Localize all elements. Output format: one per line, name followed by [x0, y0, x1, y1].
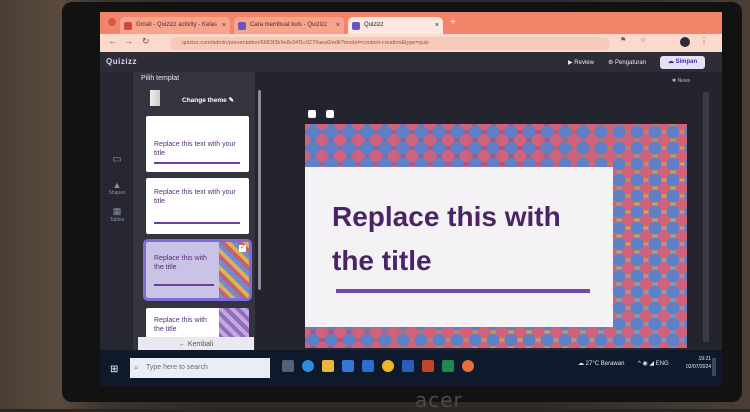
- browser-tab-gmail[interactable]: Gmail - Quizizz activity - Kelas ×: [120, 17, 230, 34]
- pencil-icon: ✎: [228, 97, 235, 104]
- template-card[interactable]: Replace this with the title: [146, 308, 249, 338]
- laptop-brand-logo: acer: [415, 388, 463, 412]
- rail-item-tables[interactable]: ▦ Tables: [106, 206, 128, 223]
- tab-search-icon[interactable]: [108, 18, 116, 26]
- mail-icon[interactable]: [362, 360, 374, 372]
- shapes-icon: ▲: [112, 180, 122, 190]
- table-icon: ▦: [112, 206, 122, 216]
- delete-icon[interactable]: [326, 110, 334, 118]
- new-tab-plus-icon[interactable]: +: [450, 17, 456, 28]
- store-icon[interactable]: [342, 360, 354, 372]
- task-view-icon[interactable]: [282, 360, 294, 372]
- panel-scrollbar[interactable]: [258, 90, 261, 290]
- settings-button[interactable]: ⚙ Pengaturan: [608, 57, 646, 69]
- reload-icon[interactable]: ↻: [142, 36, 150, 47]
- browser-tab-guide[interactable]: Cara membuat kuis - Quizizz ×: [234, 17, 344, 34]
- browser-tab-quizizz[interactable]: Quizizz ×: [348, 17, 443, 34]
- slide-title[interactable]: Replace this with the title: [332, 195, 602, 283]
- search-icon: ⌕: [134, 363, 139, 372]
- gmail-icon: [124, 22, 132, 30]
- laptop-screen: Gmail - Quizizz activity - Kelas × Cara …: [100, 12, 722, 386]
- rail-item-shapes[interactable]: ▲ Shapes: [106, 180, 128, 196]
- slides-icon[interactable]: ▭: [106, 154, 128, 165]
- quizizz-icon: [352, 22, 360, 30]
- theme-thumbnail[interactable]: [150, 90, 160, 106]
- excel-icon[interactable]: [442, 360, 454, 372]
- slide-tool-icon[interactable]: [308, 110, 316, 118]
- close-tab-icon[interactable]: ×: [336, 17, 340, 34]
- extensions-icon[interactable]: ⚑: [620, 36, 626, 44]
- pattern-tile: [219, 308, 249, 338]
- windows-start-icon[interactable]: ⊞: [110, 364, 118, 375]
- profile-avatar[interactable]: [680, 37, 690, 47]
- file-explorer-icon[interactable]: [322, 360, 334, 372]
- panel-title: Pilih templat: [141, 75, 180, 82]
- chrome-icon[interactable]: [382, 360, 394, 372]
- change-theme-button[interactable]: Change theme ✎: [182, 96, 234, 104]
- powerpoint-icon[interactable]: [422, 360, 434, 372]
- quizizz-logo: Quizizz: [106, 57, 138, 66]
- close-tab-icon[interactable]: ×: [222, 17, 226, 34]
- review-button[interactable]: ▶ Review: [568, 57, 594, 69]
- save-button[interactable]: ☁ Simpan: [660, 56, 705, 69]
- back-arrow-icon[interactable]: ←: [108, 36, 117, 46]
- template-card[interactable]: Replace this text with your title: [146, 116, 249, 172]
- taskbar-search-input[interactable]: ⌕ Type here to search: [130, 358, 270, 378]
- menu-kebab-icon[interactable]: ⋮: [700, 36, 708, 45]
- forward-arrow-icon[interactable]: →: [124, 36, 133, 46]
- show-desktop-button[interactable]: [712, 358, 716, 376]
- news-link[interactable]: ✱ News: [672, 78, 690, 84]
- template-card-selected[interactable]: Replace this with the title ✓: [143, 239, 252, 301]
- checkbox-icon[interactable]: ✓: [239, 245, 246, 252]
- quizizz-icon: [238, 22, 246, 30]
- bookmark-star-icon[interactable]: ☆: [640, 36, 646, 44]
- browser-icon[interactable]: [462, 360, 474, 372]
- canvas-scrollbar[interactable]: [703, 92, 709, 342]
- template-card[interactable]: Replace this text with your title: [146, 178, 249, 234]
- weather-widget[interactable]: ☁ 27°C Berawan: [578, 360, 624, 367]
- system-tray[interactable]: ^ ◉ ◢ ENG: [638, 360, 669, 367]
- word-icon[interactable]: [402, 360, 414, 372]
- url-field[interactable]: quizizz.com/admin/presentation/6683f3b9e…: [170, 37, 610, 50]
- edge-icon[interactable]: [302, 360, 314, 372]
- slide-title-underline: [336, 289, 590, 293]
- taskbar-clock[interactable]: 19:21 02/07/2024: [686, 355, 711, 371]
- close-tab-icon[interactable]: ×: [435, 17, 439, 34]
